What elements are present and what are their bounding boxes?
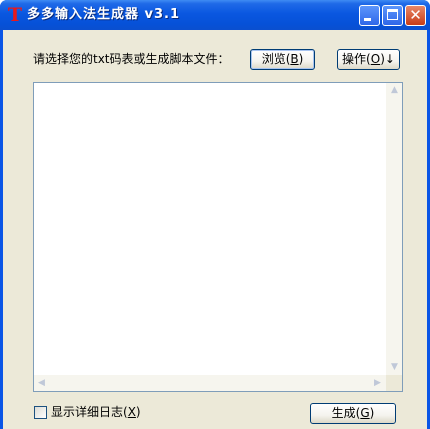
verbose-log-label[interactable]: 显示详细日志(X) xyxy=(51,405,141,420)
action-button-suffix: )↓ xyxy=(380,52,395,66)
title-bar[interactable]: T 多多输入法生成器 v3.1 ✕ xyxy=(0,0,430,30)
scroll-down-arrow-icon[interactable]: ▼ xyxy=(387,360,402,375)
verbose-log-label-key: X xyxy=(127,405,136,419)
scroll-left-arrow-icon[interactable]: ◀ xyxy=(34,376,49,391)
generate-button[interactable]: 生成(G) xyxy=(310,403,396,424)
verbose-log-label-prefix: 显示详细日志( xyxy=(51,405,128,419)
verbose-log-label-suffix: ) xyxy=(135,405,141,419)
close-button[interactable]: ✕ xyxy=(405,5,426,26)
close-icon: ✕ xyxy=(409,6,422,24)
vertical-scrollbar[interactable]: ▲ xyxy=(386,83,402,375)
output-text-area-scroll-frame: ▲ ▼ ◀ ▶ xyxy=(33,82,403,392)
verbose-log-checkbox[interactable] xyxy=(34,406,47,419)
browse-button[interactable]: 浏览(B) xyxy=(250,49,315,70)
browse-button-key: B xyxy=(290,52,299,66)
browse-button-suffix: ) xyxy=(298,52,304,66)
action-button-key: O xyxy=(370,52,381,66)
window-title: 多多输入法生成器 v3.1 xyxy=(27,7,181,22)
file-prompt-label: 请选择您的txt码表或生成脚本文件： xyxy=(33,52,230,66)
scroll-up-arrow-icon[interactable]: ▲ xyxy=(387,83,402,98)
generate-button-key: G xyxy=(360,406,370,420)
scrollbar-corner xyxy=(386,375,402,391)
minimize-button[interactable] xyxy=(359,5,380,26)
minimize-icon xyxy=(364,18,371,21)
app-icon: T xyxy=(7,4,23,26)
horizontal-scrollbar[interactable]: ◀ ▶ xyxy=(34,375,386,391)
action-button-prefix: 操作( xyxy=(342,52,371,66)
client-area: 请选择您的txt码表或生成脚本文件： 浏览(B) 操作(O)↓ ▲ ▼ ◀ ▶ … xyxy=(3,30,427,429)
maximize-icon xyxy=(387,9,398,20)
maximize-button[interactable] xyxy=(382,5,403,26)
app-window: T 多多输入法生成器 v3.1 ✕ 请选择您的txt码表或生成脚本文件： 浏览(… xyxy=(0,0,430,429)
action-button[interactable]: 操作(O)↓ xyxy=(337,49,400,70)
generate-button-suffix: ) xyxy=(369,406,375,420)
generate-button-prefix: 生成( xyxy=(331,406,361,420)
browse-button-prefix: 浏览( xyxy=(261,52,291,66)
scroll-right-arrow-icon[interactable]: ▶ xyxy=(370,376,385,391)
